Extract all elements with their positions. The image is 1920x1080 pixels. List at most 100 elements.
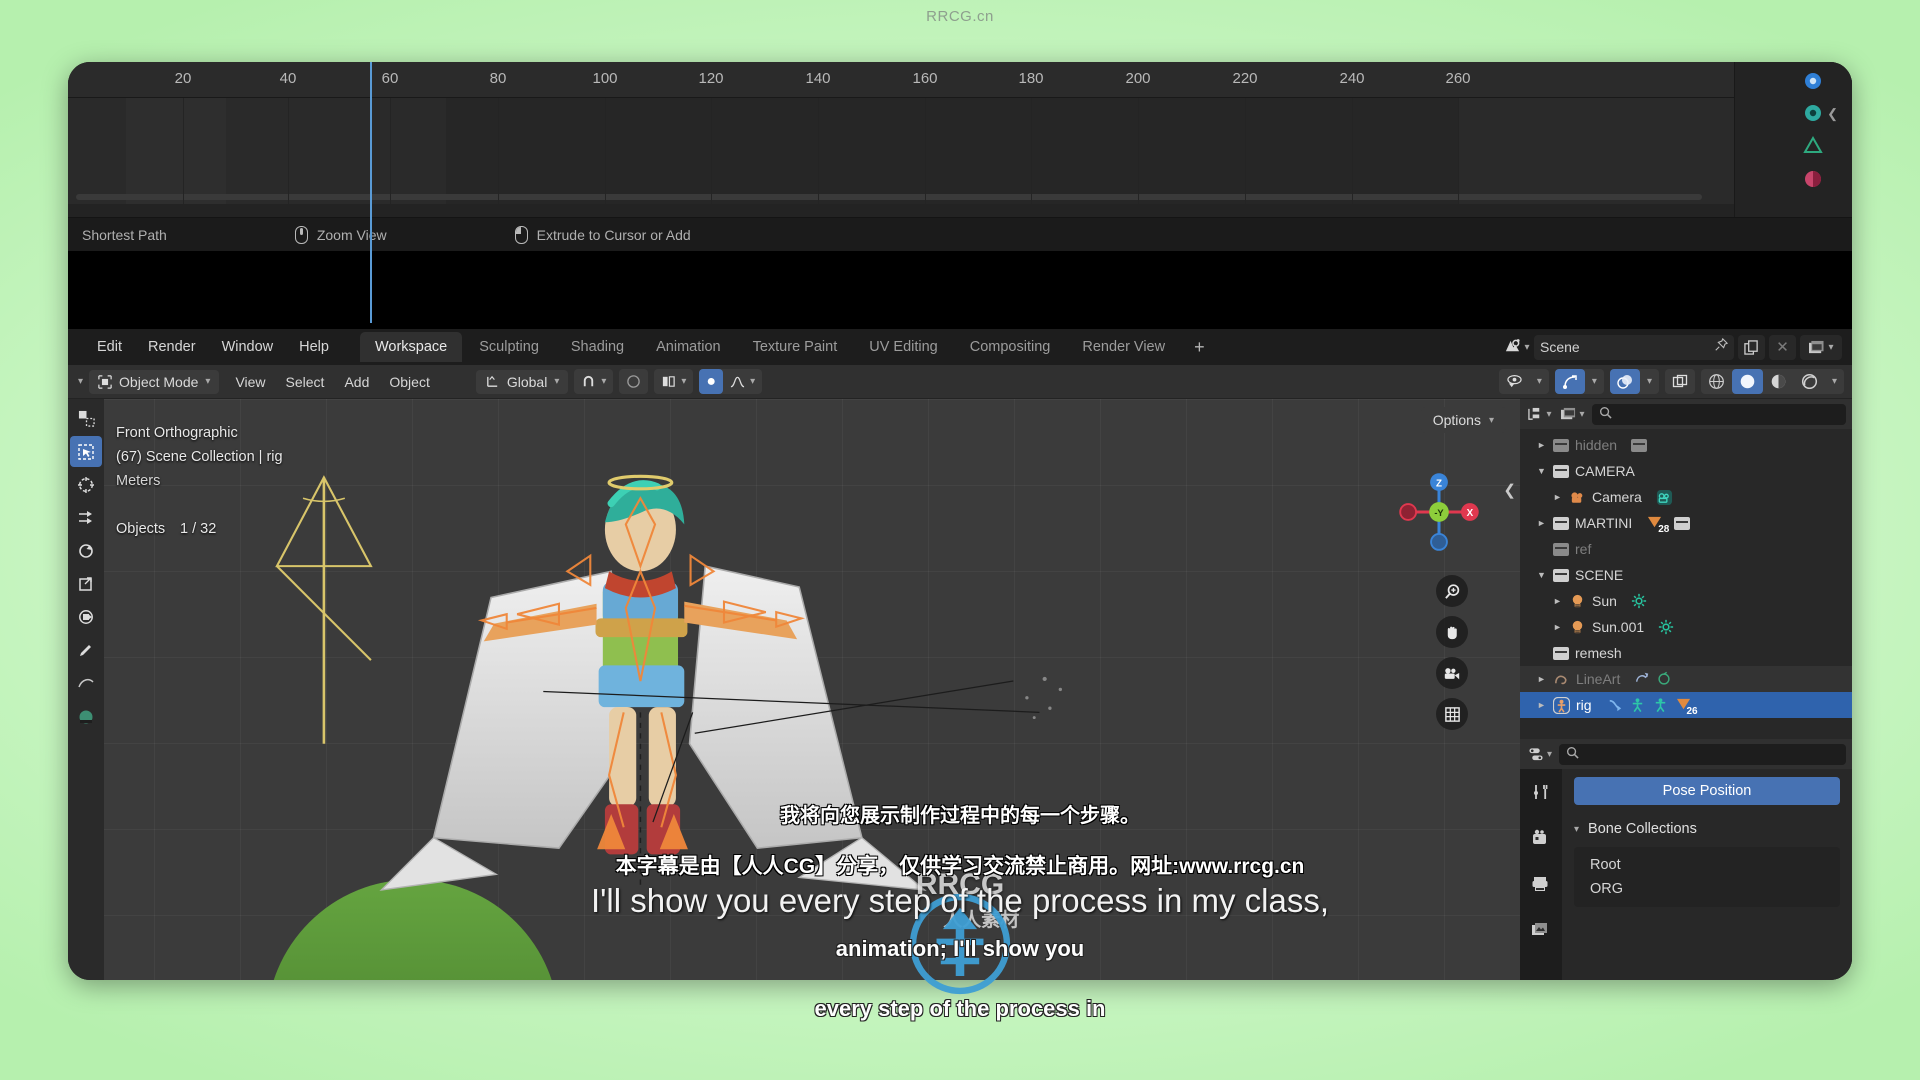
- sun-light-icon[interactable]: [1658, 619, 1674, 635]
- outliner-row[interactable]: ▼ CAMERA: [1520, 458, 1852, 484]
- transform-orientation-selector[interactable]: Global ▾: [475, 369, 569, 394]
- outliner-search-input[interactable]: [1592, 403, 1846, 425]
- visibility-controls[interactable]: ▾: [1498, 369, 1549, 394]
- scene-selector[interactable]: Scene: [1534, 334, 1734, 360]
- expand-triangle-icon[interactable]: ►: [1536, 674, 1547, 684]
- xray-controls[interactable]: [1664, 369, 1695, 394]
- bone-collection-item[interactable]: ORG: [1574, 877, 1840, 901]
- expand-triangle-icon[interactable]: ▼: [1536, 570, 1547, 580]
- bone-collections-panel-header[interactable]: ▾ Bone Collections: [1574, 821, 1840, 837]
- expand-triangle-icon[interactable]: ►: [1536, 440, 1547, 450]
- gp-data-icon[interactable]: [1656, 671, 1672, 687]
- menu-render[interactable]: Render: [135, 335, 209, 359]
- gizmo-controls[interactable]: ▾: [1554, 369, 1604, 394]
- properties-editor-icon[interactable]: ▾: [1526, 742, 1553, 767]
- 3d-viewport[interactable]: Front Orthographic (67) Scene Collection…: [68, 399, 1520, 980]
- mesh-count-badge[interactable]: 28: [1646, 515, 1669, 535]
- snap-controls[interactable]: ▾: [574, 369, 614, 394]
- sidebar-toggle-icon[interactable]: ❮: [1503, 481, 1516, 499]
- expand-triangle-icon[interactable]: ►: [1536, 518, 1547, 528]
- timeline-body[interactable]: [68, 98, 1852, 204]
- sun-light-icon[interactable]: [1631, 593, 1647, 609]
- collection-icon[interactable]: [1631, 438, 1648, 452]
- mesh-count-badge[interactable]: 26: [1675, 697, 1698, 717]
- outliner-row[interactable]: ▼ SCENE: [1520, 562, 1852, 588]
- properties-search-input[interactable]: [1559, 743, 1846, 765]
- timeline-playhead[interactable]: 57: [370, 62, 372, 323]
- properties-editor[interactable]: ▾ Pose Position ▾ Bone Collections Root …: [1520, 739, 1852, 980]
- scale-tool-icon[interactable]: [70, 568, 102, 599]
- workspace-tab-uv-editing[interactable]: UV Editing: [854, 332, 953, 362]
- workspace-tab-sculpting[interactable]: Sculpting: [464, 332, 554, 362]
- output-icon[interactable]: [1528, 871, 1554, 897]
- move-tool-icon[interactable]: [70, 502, 102, 533]
- duplicate-icon[interactable]: [1738, 334, 1765, 360]
- bone-collections-list[interactable]: Root ORG: [1574, 847, 1840, 907]
- viewport-menu-object[interactable]: Object: [379, 371, 439, 393]
- chevron-left-icon[interactable]: ❮: [1827, 106, 1838, 122]
- toggle-ortho-icon[interactable]: [1436, 698, 1468, 730]
- workspace-tab-animation[interactable]: Animation: [641, 332, 735, 362]
- transform-tool-icon[interactable]: [70, 601, 102, 632]
- editor-type-icon[interactable]: ▾: [78, 376, 83, 387]
- box-select-tool-icon[interactable]: [70, 436, 102, 467]
- viewport-nav-buttons[interactable]: [1436, 575, 1468, 730]
- workspace-tab-compositing[interactable]: Compositing: [955, 332, 1066, 362]
- view-layer-icon[interactable]: [1528, 917, 1554, 943]
- snap-target-controls[interactable]: ● ▾: [699, 369, 763, 394]
- viewport-options-button[interactable]: Options ▾: [1420, 407, 1506, 433]
- outliner-editor[interactable]: ▾ ▾ ►hidden▼CAMERA►Camera►MARTINI28►re: [1520, 399, 1852, 739]
- material-preview-icon[interactable]: [1800, 100, 1826, 126]
- measure-tool-icon[interactable]: [70, 667, 102, 698]
- mode-selector[interactable]: Object Mode ▾: [89, 369, 220, 394]
- shading-modes[interactable]: ▾: [1700, 369, 1844, 394]
- expand-triangle-icon[interactable]: ►: [1552, 622, 1563, 632]
- modifier-icon[interactable]: [1634, 671, 1650, 687]
- outliner-row[interactable]: ► Sun: [1520, 588, 1852, 614]
- navigation-gizmo[interactable]: Z X -Y: [1396, 469, 1482, 555]
- viewport-toolbar[interactable]: [68, 399, 104, 980]
- record-icon[interactable]: [1800, 68, 1826, 94]
- close-icon[interactable]: ✕: [1769, 334, 1796, 360]
- camera-view-icon[interactable]: [1436, 657, 1468, 689]
- outliner-row[interactable]: ► Camera: [1520, 484, 1852, 510]
- pan-hand-icon[interactable]: [1436, 616, 1468, 648]
- tool-icon[interactable]: [1528, 779, 1554, 805]
- menu-help[interactable]: Help: [286, 335, 342, 359]
- outliner-row[interactable]: ► hidden: [1520, 432, 1852, 458]
- outliner-row[interactable]: ► remesh: [1520, 640, 1852, 666]
- viewport-menu-add[interactable]: Add: [334, 371, 379, 393]
- timeline-ruler[interactable]: 20 40 60 80 100 120 140 160 180 200 220 240 260: [68, 62, 1852, 98]
- pose-icon[interactable]: [1629, 697, 1646, 714]
- bone-collection-item[interactable]: Root: [1574, 853, 1840, 877]
- workspace-tab-render-view[interactable]: Render View: [1067, 332, 1180, 362]
- collection-icon[interactable]: [1674, 516, 1691, 530]
- pose-position-button[interactable]: Pose Position: [1574, 777, 1840, 805]
- armature-data-icon[interactable]: [1652, 697, 1669, 714]
- viewport-menu-select[interactable]: Select: [276, 371, 335, 393]
- workspace-tabs[interactable]: Workspace Sculpting Shading Animation Textur…: [359, 332, 1180, 362]
- expand-triangle-icon[interactable]: ►: [1552, 596, 1563, 606]
- expand-triangle-icon[interactable]: ▼: [1536, 466, 1547, 476]
- outliner-tree[interactable]: ► hidden ▼ CAMERA ► Camera ► MARTINI 28 ► ref ▼ SCEN…: [1520, 429, 1852, 739]
- expand-triangle-icon[interactable]: ►: [1536, 700, 1547, 710]
- camera-data-icon[interactable]: [1656, 489, 1673, 506]
- expand-triangle-icon[interactable]: ►: [1552, 492, 1563, 502]
- tweak-select-tool-icon[interactable]: [70, 403, 102, 434]
- proportional-edit-controls[interactable]: [619, 369, 649, 394]
- menu-edit[interactable]: Edit: [84, 335, 135, 359]
- rotate-tool-icon[interactable]: [70, 535, 102, 566]
- mirror-controls[interactable]: ▾: [654, 369, 694, 394]
- material-icon[interactable]: [1800, 166, 1826, 192]
- outliner-row[interactable]: ► rig 26: [1520, 692, 1852, 718]
- outliner-row[interactable]: ► LineArt: [1520, 666, 1852, 692]
- cursor-tool-icon[interactable]: [70, 469, 102, 500]
- workspace-tab-texture-paint[interactable]: Texture Paint: [738, 332, 853, 362]
- view-layer-icon[interactable]: ▾: [1800, 334, 1842, 360]
- menu-window[interactable]: Window: [209, 335, 287, 359]
- workspace-tab-workspace[interactable]: Workspace: [359, 332, 463, 362]
- animation-icon[interactable]: [1606, 697, 1623, 714]
- mesh-data-icon[interactable]: [1800, 133, 1826, 159]
- pin-icon[interactable]: [1714, 337, 1729, 357]
- zoom-icon[interactable]: [1436, 575, 1468, 607]
